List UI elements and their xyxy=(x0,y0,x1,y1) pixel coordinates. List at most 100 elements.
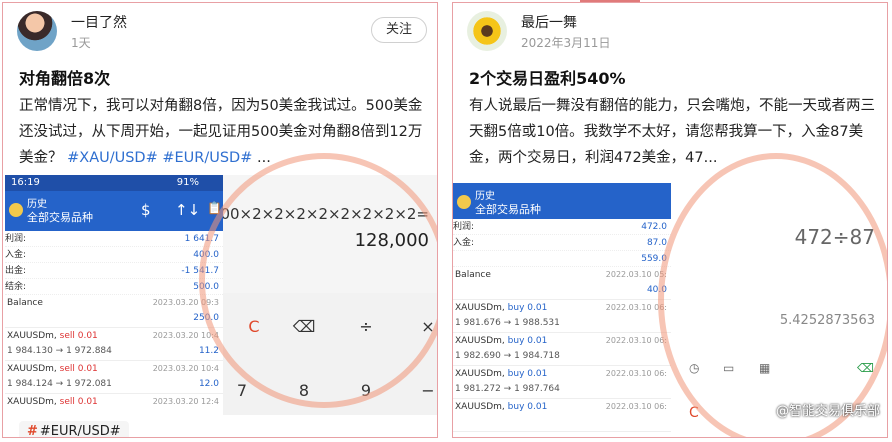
hashtag-link[interactable]: #EUR/USD# xyxy=(162,150,252,166)
calculator-screenshot[interactable]: 472÷87 5.4252873563 ◷ ▭ ▦ ⌫ C xyxy=(671,183,887,435)
summary-row: 利润: 472.0 xyxy=(453,219,671,235)
balance-label: Balance xyxy=(7,298,43,308)
backspace-key[interactable]: ⌫ xyxy=(273,297,335,357)
divide-key[interactable]: ÷ xyxy=(335,297,397,357)
scientific-icon[interactable]: ▦ xyxy=(759,361,770,375)
post-title: 2个交易日盈利540% xyxy=(469,69,626,88)
hashtag-chip-label: #EUR/USD# xyxy=(39,424,121,438)
balance-value: 40.0 xyxy=(646,285,667,295)
summary-row: 559.0 xyxy=(453,251,671,267)
balance-row: Balance 2023.03.20 09:3 250.0 xyxy=(5,295,223,328)
summary-label: 结余: xyxy=(5,282,27,292)
ellipsis: ... xyxy=(257,150,271,166)
trade-row: XAUUSDm, buy 0.01 1 982.690 → 1 984.718 … xyxy=(453,333,671,366)
status-bar: 16:19 91% xyxy=(5,175,223,191)
calculator-result: 128,000 xyxy=(354,230,429,251)
trade-row: XAUUSDm, buy 0.01 2022.03.10 06: xyxy=(453,399,671,432)
trade-symbol: XAUUSDm, buy 0.01 xyxy=(455,303,547,313)
trade-direction: sell 0.01 xyxy=(59,364,98,374)
symbol: XAUUSDm, xyxy=(455,336,505,346)
balance-time: 2023.03.20 09:3 xyxy=(152,298,219,307)
balance-row: Balance 2022.03.10 05: 40.0 xyxy=(453,267,671,300)
author-name[interactable]: 一目了然 xyxy=(71,12,127,32)
dollar-icon: $ xyxy=(141,201,151,219)
trade-direction: sell 0.01 xyxy=(59,397,98,407)
summary-label: 利润: xyxy=(453,222,475,232)
sort-icon: ↑↓ xyxy=(175,201,201,219)
trade-direction: sell 0.01 xyxy=(59,331,98,341)
balance-value: 250.0 xyxy=(193,313,219,323)
trade-profit: 12.0 xyxy=(198,379,219,389)
app-bar-subtitle: 历史 xyxy=(27,199,47,210)
summary-row: 结余: 500.0 xyxy=(5,279,223,295)
hashtag-chip[interactable]: # #EUR/USD# xyxy=(19,421,129,438)
post-body: 有人说最后一舞没有翻倍的能力，只会嘴炮，不能一天或者两三天翻5倍或10倍。我数学… xyxy=(469,98,875,166)
report-icon: 📋 xyxy=(207,201,222,215)
app-bar-subtitle: 历史 xyxy=(475,191,495,202)
key-7[interactable]: 7 xyxy=(223,361,273,415)
symbol: XAUUSDm, xyxy=(7,397,57,407)
calculator-display: 500×2×2×2×2×2×2×2×2= 128,000 xyxy=(223,175,437,293)
summary-value: 472.0 xyxy=(641,222,667,232)
trade-history-screenshot[interactable]: 历史 全部交易品种 利润: 472.0 入金: 87.0 559.0 Balance… xyxy=(453,183,671,435)
trade-symbol: XAUUSDm, buy 0.01 xyxy=(455,336,547,346)
post-body: 正常情况下，我可以对角翻8倍，因为50美金我试过。500美金还没试过，从下周开始… xyxy=(19,93,425,171)
follow-button[interactable]: 关注 xyxy=(371,17,427,43)
avatar[interactable] xyxy=(467,11,507,51)
hashtag-icon: # xyxy=(27,424,38,438)
summary-row: 利润: 1 641.7 xyxy=(5,231,223,247)
avatar[interactable] xyxy=(17,11,57,51)
trade-time: 2022.03.10 06: xyxy=(605,369,667,378)
hashtag-link[interactable]: #XAU/USD# xyxy=(67,150,158,166)
summary-label: 入金: xyxy=(5,250,27,260)
trade-row: XAUUSDm, sell 0.01 2023.03.20 12:4 xyxy=(5,394,223,415)
history-icon[interactable]: ◷ xyxy=(689,361,699,375)
minus-key[interactable]: − xyxy=(397,361,437,415)
post-header: 最后一舞 2022年3月11日 xyxy=(467,9,877,53)
trade-row: XAUUSDm, sell 0.01 1 984.130 → 1 972.884… xyxy=(5,328,223,361)
trade-symbol: XAUUSDm, buy 0.01 xyxy=(455,369,547,379)
clear-key[interactable]: C xyxy=(689,405,699,421)
trade-price: 1 982.690 → 1 984.718 xyxy=(455,351,560,361)
app-logo-icon xyxy=(9,203,23,217)
calculator-expression: 500×2×2×2×2×2×2×2×2= xyxy=(223,205,429,223)
key-8[interactable]: 8 xyxy=(273,361,335,415)
trade-price: 1 981.676 → 1 988.531 xyxy=(455,318,560,328)
symbol: XAUUSDm, xyxy=(7,364,57,374)
summary-value: 559.0 xyxy=(641,254,667,264)
balance-label: Balance xyxy=(455,270,491,280)
trade-time: 2022.03.10 06: xyxy=(605,336,667,345)
post-card-right[interactable]: 最后一舞 2022年3月11日 2个交易日盈利540% 有人说最后一舞没有翻倍的… xyxy=(452,2,888,438)
trade-symbol: XAUUSDm, buy 0.01 xyxy=(455,402,547,412)
multiply-key[interactable]: × xyxy=(397,297,437,357)
trade-symbol: XAUUSDm, sell 0.01 xyxy=(7,397,98,407)
trade-direction: buy 0.01 xyxy=(507,336,548,346)
calculator-screenshot[interactable]: 500×2×2×2×2×2×2×2×2= 128,000 C ⌫ ÷ × 7 8… xyxy=(223,175,437,415)
summary-value: -1 541.7 xyxy=(181,266,219,276)
app-bar: 历史 全部交易品种 xyxy=(453,183,671,219)
trade-direction: buy 0.01 xyxy=(507,369,548,379)
trade-profit: 11.2 xyxy=(198,346,219,356)
calculator-result: 5.4252873563 xyxy=(779,313,875,328)
page: 一目了然 1天 关注 对角翻倍8次 正常情况下，我可以对角翻8倍，因为50美金我… xyxy=(0,0,892,442)
trade-price: 1 981.272 → 1 987.764 xyxy=(455,384,560,394)
app-bar: 历史 全部交易品种 $ ↑↓ 📋 xyxy=(5,191,223,231)
summary-value: 400.0 xyxy=(193,250,219,260)
trade-time: 2023.03.20 10:4 xyxy=(152,331,219,340)
balance-time: 2022.03.10 05: xyxy=(605,270,667,279)
app-logo-icon xyxy=(457,195,471,209)
trade-row: XAUUSDm, sell 0.01 1 984.124 → 1 972.081… xyxy=(5,361,223,394)
summary-label: 入金: xyxy=(453,238,475,248)
backspace-icon[interactable]: ⌫ xyxy=(857,361,874,375)
status-time: 16:19 xyxy=(11,177,40,188)
post-card-left[interactable]: 一目了然 1天 关注 对角翻倍8次 正常情况下，我可以对角翻8倍，因为50美金我… xyxy=(2,2,438,438)
post-header: 一目了然 1天 关注 xyxy=(17,9,427,53)
trade-history-screenshot[interactable]: 16:19 91% 历史 全部交易品种 $ ↑↓ 📋 利润: 1 641.7 入金… xyxy=(5,175,223,415)
author-name[interactable]: 最后一舞 xyxy=(521,12,577,32)
post-date: 2022年3月11日 xyxy=(521,36,611,50)
trade-direction: buy 0.01 xyxy=(507,303,548,313)
summary-value: 500.0 xyxy=(193,282,219,292)
trade-time: 2023.03.20 12:4 xyxy=(152,397,219,406)
key-9[interactable]: 9 xyxy=(335,361,397,415)
ruler-icon[interactable]: ▭ xyxy=(723,361,734,375)
